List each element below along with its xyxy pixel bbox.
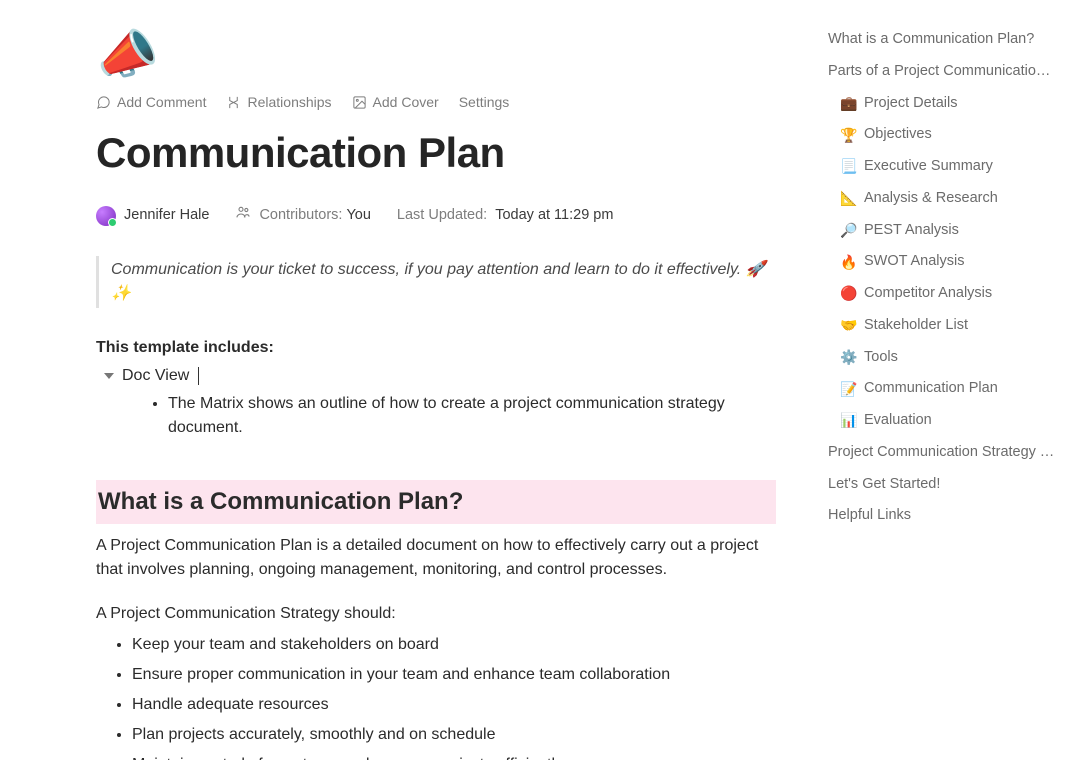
outline-item[interactable]: 🏆Objectives [824, 119, 1060, 151]
strategy-list: Keep your team and stakeholders on board… [96, 630, 776, 760]
briefcase-icon: 💼 [840, 93, 858, 114]
page-toolbar: Add Comment Relationships Add Cover Sett… [96, 92, 782, 113]
add-cover-button[interactable]: Add Cover [352, 92, 439, 113]
toggle-content: The Matrix shows an outline of how to cr… [96, 392, 776, 440]
quote-block[interactable]: Communication is your ticket to success,… [96, 256, 782, 308]
heading-what-is[interactable]: What is a Communication Plan? [96, 480, 776, 524]
relationships-button[interactable]: Relationships [226, 92, 331, 113]
relationships-icon [226, 95, 241, 110]
people-icon [235, 204, 251, 228]
chart-icon: 📊 [840, 410, 858, 431]
section1-paragraph[interactable]: A Project Communication Plan is a detail… [96, 534, 776, 582]
page-icon[interactable]: 📣 [92, 25, 162, 85]
list-item[interactable]: Maintain control of your team and manage… [132, 750, 776, 760]
relationships-label: Relationships [247, 92, 331, 113]
settings-label: Settings [459, 92, 510, 113]
updated-value: Today at 11:29 pm [495, 205, 613, 227]
outline-item[interactable]: 💼Project Details [824, 88, 1060, 120]
outline-item[interactable]: 🔎PEST Analysis [824, 215, 1060, 247]
template-includes-heading: This template includes: [96, 336, 776, 360]
outline-item[interactable]: 🤝Stakeholder List [824, 310, 1060, 342]
outline-item[interactable]: 📃Executive Summary [824, 151, 1060, 183]
text-cursor [198, 367, 199, 385]
comment-icon [96, 95, 111, 110]
outline-item[interactable]: 📝Communication Plan [824, 373, 1060, 405]
toggle-doc-view[interactable]: Doc View [96, 364, 776, 388]
page-title[interactable]: Communication Plan [96, 121, 782, 184]
list-item[interactable]: Keep your team and stakeholders on board [132, 630, 776, 660]
meta-row: Jennifer Hale Contributors: You Last Upd… [96, 204, 782, 228]
outline-item[interactable]: 🔥SWOT Analysis [824, 246, 1060, 278]
settings-button[interactable]: Settings [459, 92, 510, 113]
trophy-icon: 🏆 [840, 125, 858, 146]
strategy-intro[interactable]: A Project Communication Strategy should: [96, 602, 776, 626]
outline-item[interactable]: 🔴Competitor Analysis [824, 278, 1060, 310]
memo-icon: 📝 [840, 379, 858, 400]
add-cover-label: Add Cover [373, 92, 439, 113]
add-comment-label: Add Comment [117, 92, 206, 113]
last-updated-chip: Last Updated: Today at 11:29 pm [397, 205, 614, 227]
ruler-icon: 📐 [840, 188, 858, 209]
outline-item[interactable]: 📐Analysis & Research [824, 183, 1060, 215]
updated-label: Last Updated: [397, 205, 487, 227]
chevron-down-icon[interactable] [104, 373, 114, 379]
magnifier-icon: 🔎 [840, 220, 858, 241]
avatar [96, 206, 116, 226]
list-item[interactable]: Ensure proper communication in your team… [132, 660, 776, 690]
handshake-icon: 🤝 [840, 315, 858, 336]
image-icon [352, 95, 367, 110]
red-circle-icon: 🔴 [840, 283, 858, 304]
quote-text: Communication is your ticket to success,… [111, 261, 766, 302]
contributors-chip[interactable]: Contributors: You [235, 204, 370, 228]
outline-item[interactable]: What is a Communication Plan? [824, 24, 1060, 56]
outline-panel: What is a Communication Plan? Parts of a… [812, 0, 1080, 760]
author-chip[interactable]: Jennifer Hale [96, 205, 209, 227]
fire-icon: 🔥 [840, 252, 858, 273]
add-comment-button[interactable]: Add Comment [96, 92, 206, 113]
doc-body[interactable]: This template includes: Doc View The Mat… [96, 336, 776, 760]
contributors-value: You [346, 205, 370, 227]
list-item[interactable]: The Matrix shows an outline of how to cr… [168, 392, 776, 440]
list-item[interactable]: Handle adequate resources [132, 690, 776, 720]
outline-item[interactable]: Let's Get Started! [824, 469, 1060, 501]
main-content: 📣 Add Comment Relationships Add Cover Se… [0, 0, 812, 760]
list-item[interactable]: Plan projects accurately, smoothly and o… [132, 720, 776, 750]
outline-item[interactable]: Project Communication Strategy Tips! [824, 437, 1060, 469]
toggle-label: Doc View [122, 364, 189, 388]
page-icon: 📃 [840, 156, 858, 177]
contributors-label: Contributors: [259, 205, 342, 227]
author-name: Jennifer Hale [124, 205, 209, 227]
outline-item[interactable]: Parts of a Project Communication Strateg… [824, 56, 1060, 88]
outline-item[interactable]: Helpful Links [824, 500, 1060, 532]
gear-icon: ⚙️ [840, 347, 858, 368]
outline-item[interactable]: ⚙️Tools [824, 342, 1060, 374]
outline-item[interactable]: 📊Evaluation [824, 405, 1060, 437]
